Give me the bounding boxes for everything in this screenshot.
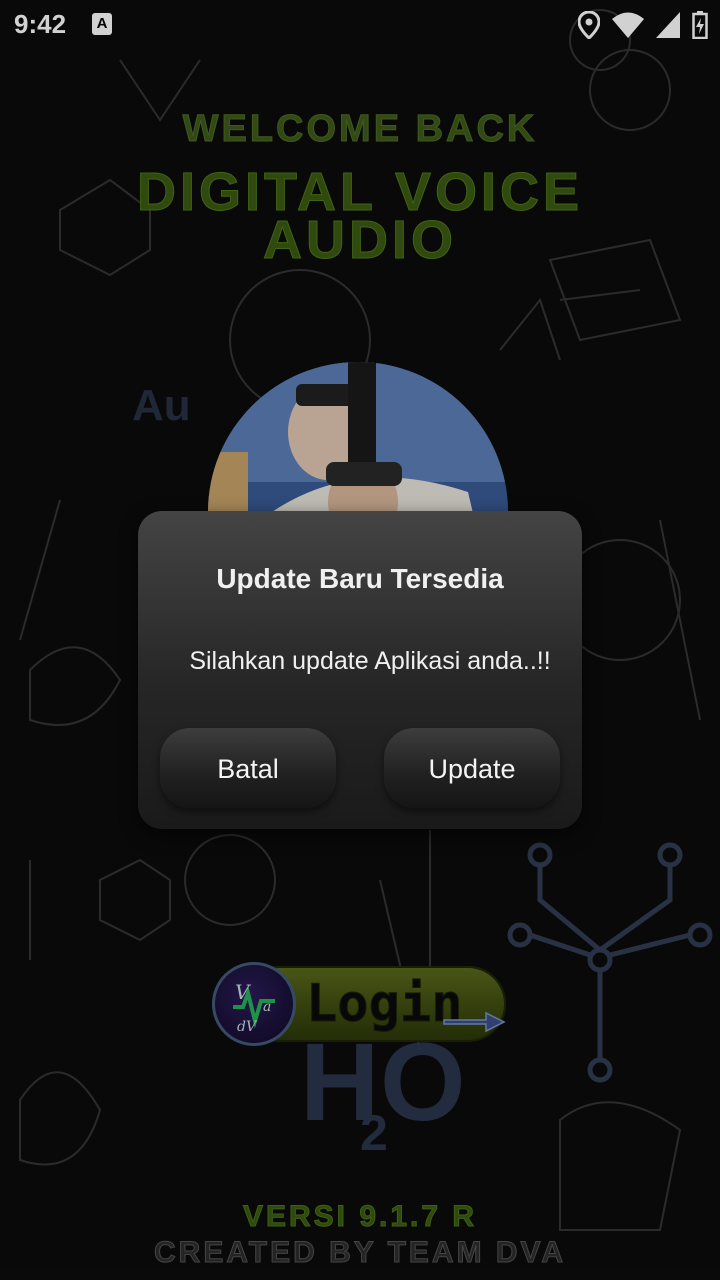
dialog-message: Silahkan update Aplikasi anda..!! bbox=[189, 647, 551, 675]
dialog-title: Update Baru Tersedia bbox=[216, 563, 504, 594]
update-button[interactable]: Update bbox=[384, 728, 560, 808]
update-dialog: Update Baru Tersedia Silahkan update Apl… bbox=[138, 511, 582, 829]
cancel-button[interactable]: Batal bbox=[160, 728, 336, 808]
